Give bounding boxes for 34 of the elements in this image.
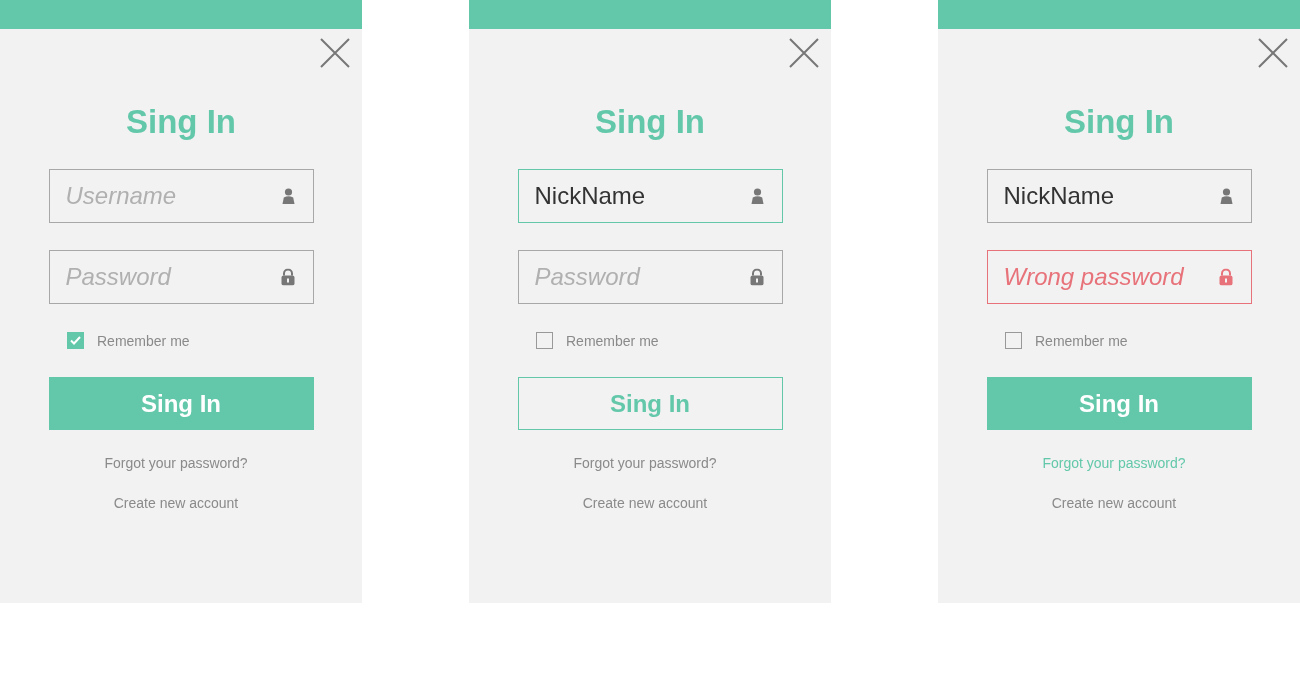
user-icon <box>281 188 295 204</box>
create-account-link[interactable]: Create new account <box>1051 495 1177 511</box>
close-button[interactable] <box>1258 38 1288 68</box>
sign-in-button[interactable]: Sing In <box>48 377 314 430</box>
forgot-password-link[interactable]: Forgot your password? <box>573 455 717 471</box>
close-button[interactable] <box>789 38 819 68</box>
form-title: Sing In <box>595 102 705 142</box>
user-icon <box>750 188 764 204</box>
forgot-password-link[interactable]: Forgot your password? <box>1042 455 1186 471</box>
checkbox[interactable] <box>536 332 553 349</box>
close-button[interactable] <box>320 38 350 68</box>
check-icon <box>70 336 81 345</box>
user-icon <box>1219 188 1233 204</box>
remember-label: Remember me <box>566 332 659 349</box>
input-field[interactable]: Wrong password <box>986 250 1252 304</box>
create-account-link[interactable]: Create new account <box>582 495 708 511</box>
remember-label: Remember me <box>97 332 190 349</box>
sign-in-button[interactable]: Sing In <box>986 377 1252 430</box>
checkbox[interactable] <box>67 332 84 349</box>
input-field[interactable]: Password <box>48 250 314 304</box>
input-field[interactable]: NickName <box>986 169 1252 223</box>
sign-in-button[interactable]: Sing In <box>517 377 783 430</box>
forgot-password-link[interactable]: Forgot your password? <box>104 455 248 471</box>
lock-icon <box>749 268 764 286</box>
lock-icon <box>1218 268 1233 286</box>
form-title: Sing In <box>126 102 236 142</box>
remember-label: Remember me <box>1035 332 1128 349</box>
input-field[interactable]: Password <box>517 250 783 304</box>
lock-icon <box>280 268 295 286</box>
form-title: Sing In <box>1064 102 1174 142</box>
create-account-link[interactable]: Create new account <box>113 495 239 511</box>
input-field[interactable]: NickName <box>517 169 783 223</box>
checkbox[interactable] <box>1005 332 1022 349</box>
input-field[interactable]: Username <box>48 169 314 223</box>
